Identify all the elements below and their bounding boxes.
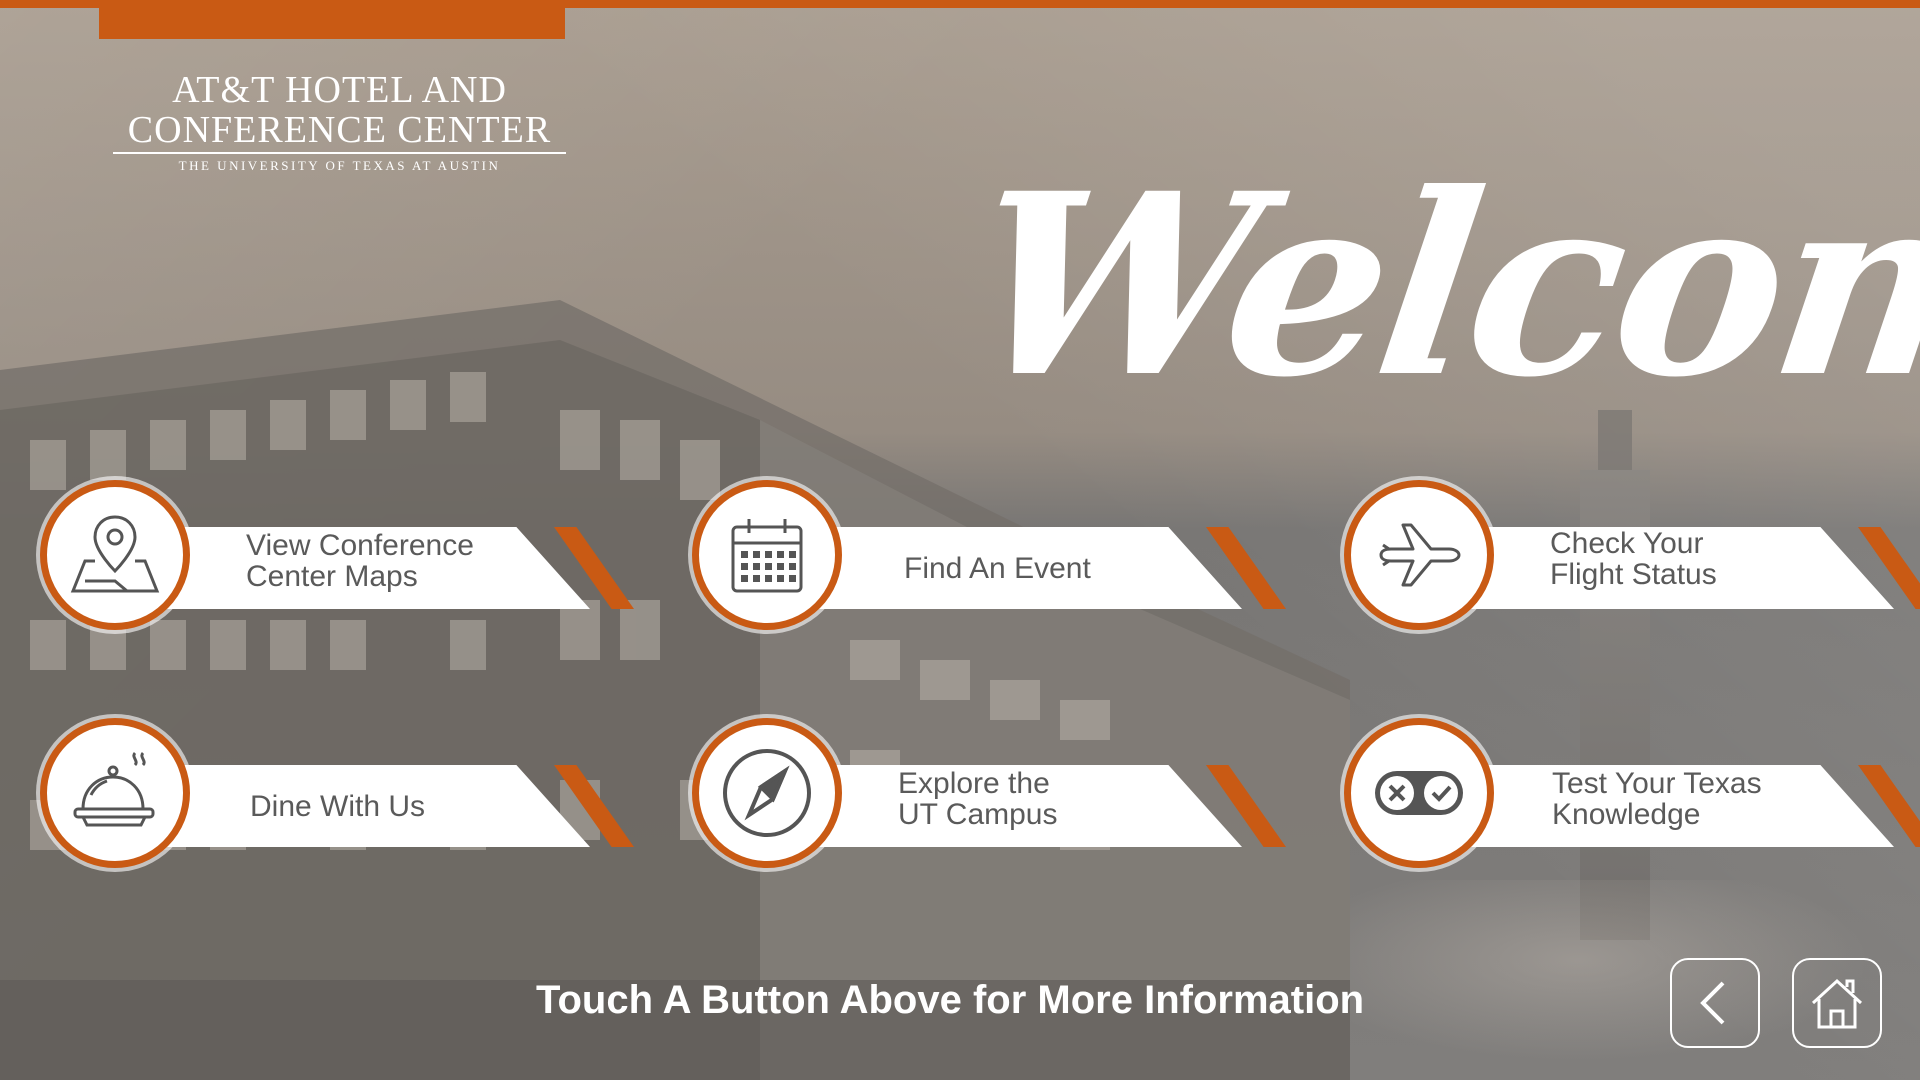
footer-instruction: Touch A Button Above for More Informatio… [536,978,1365,1022]
hotel-logo: AT&T HOTEL AND CONFERENCE CENTER THE UNI… [113,70,566,174]
logo-rule [113,152,566,154]
flight-status-label: Check Your Flight Status [1550,527,1717,591]
back-button[interactable] [1670,958,1760,1048]
logo-line-1: AT&T HOTEL AND [172,69,507,111]
texas-quiz-button[interactable]: Test Your Texas Knowledge [1344,718,1920,868]
top-accent-tab [99,0,565,39]
dine-label: Dine With Us [250,789,426,823]
map-pin-icon [70,515,160,593]
chevron-left-icon [1700,981,1725,1025]
find-event-label: Find An Event [904,551,1091,585]
dine-button[interactable]: Dine With Us [40,718,660,868]
flight-status-button[interactable]: Check Your Flight Status [1344,480,1920,630]
home-button[interactable] [1792,958,1882,1048]
explore-campus-button[interactable]: Explore the UT Campus [692,718,1312,868]
airplane-icon [1379,523,1461,587]
compass-icon [723,749,811,837]
food-cloche-icon [73,751,155,827]
home-icon [1811,978,1863,1029]
logo-line-3: THE UNIVERSITY OF TEXAS AT AUSTIN [178,158,501,173]
texas-quiz-label: Test Your Texas Knowledge [1552,767,1762,831]
view-maps-button[interactable]: View Conference Center Maps [40,480,660,630]
calendar-icon [731,519,803,593]
logo-line-2: CONFERENCE CENTER [127,109,552,151]
find-event-button[interactable]: Find An Event [692,480,1312,630]
quiz-icon [1375,771,1463,815]
explore-campus-label: Explore the UT Campus [898,767,1058,831]
welcome-title: Welcome [955,138,1920,432]
view-maps-label: View Conference Center Maps [246,529,474,593]
